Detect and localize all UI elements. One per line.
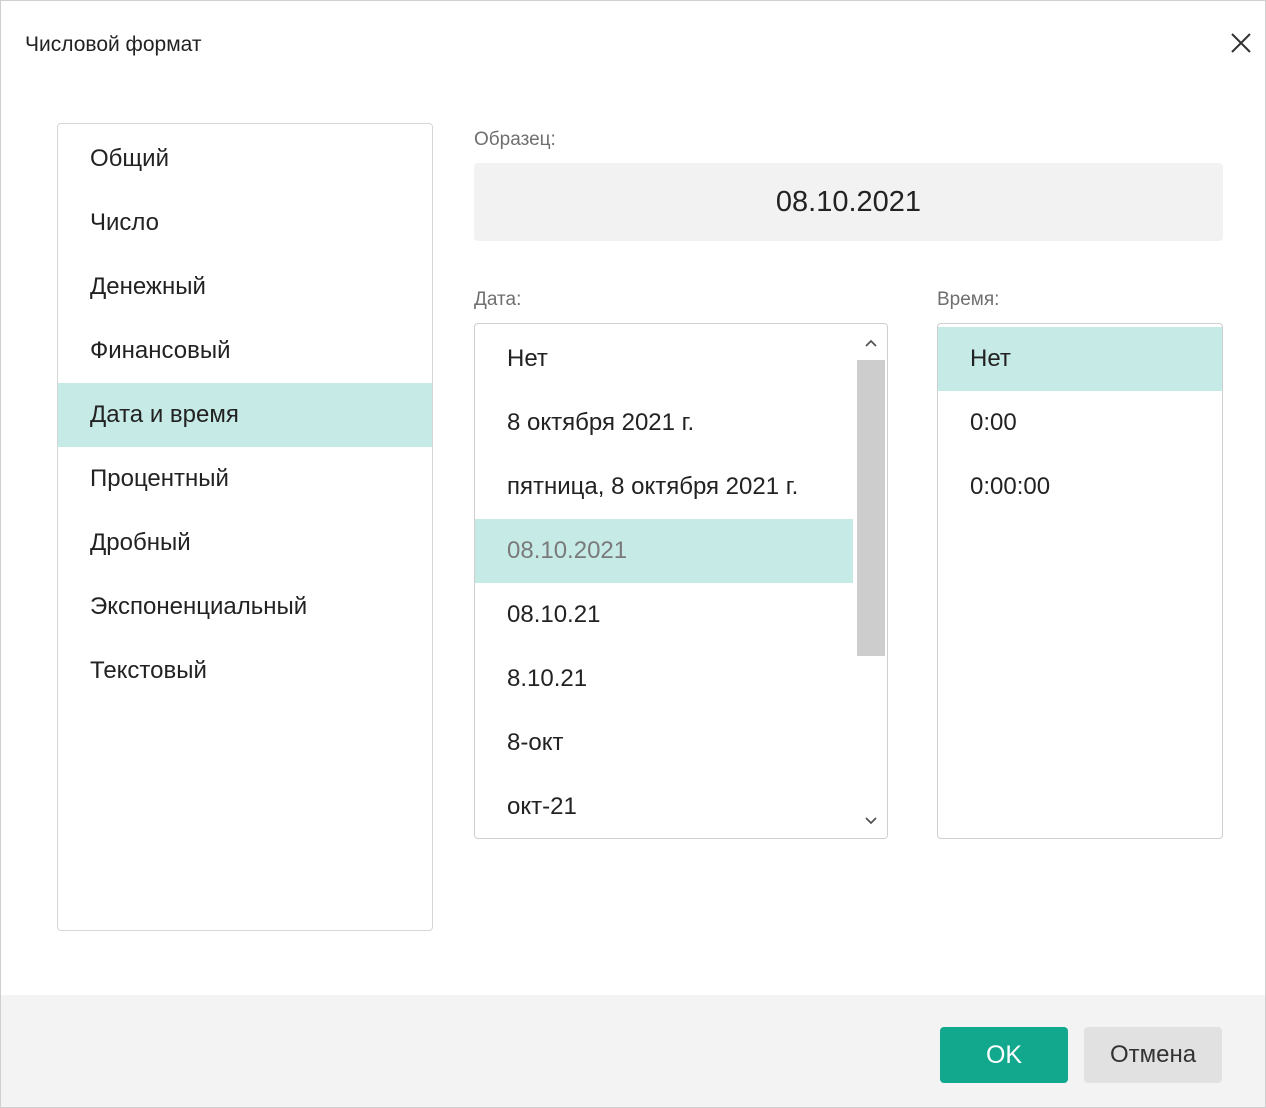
scroll-up-button[interactable]: [855, 328, 887, 358]
date-format-item[interactable]: 8-окт: [475, 711, 853, 775]
time-format-item[interactable]: Нет: [938, 327, 1222, 391]
close-icon: [1231, 33, 1251, 53]
date-format-list[interactable]: Нет 8 октября 2021 г. пятница, 8 октября 2…: [474, 323, 888, 839]
date-format-item[interactable]: 8.10.21: [475, 647, 853, 711]
date-label: Дата:: [474, 289, 522, 310]
category-item[interactable]: Финансовый: [58, 319, 432, 383]
time-format-list[interactable]: Нет 0:00 0:00:00: [937, 323, 1223, 839]
number-format-dialog: Числовой формат Общий Число Денежный Финанс…: [0, 0, 1266, 1108]
sample-value: 08.10.2021: [775, 185, 922, 218]
dialog-titlebar: Числовой формат: [1, 1, 1265, 87]
category-item[interactable]: Экспоненциальный: [58, 575, 432, 639]
close-button[interactable]: [1219, 21, 1263, 65]
sample-label: Образец:: [474, 129, 556, 150]
sample-preview: 08.10.2021: [474, 163, 1223, 241]
category-item[interactable]: Дата и время: [58, 383, 432, 447]
time-format-item[interactable]: 0:00: [938, 391, 1222, 455]
date-format-item[interactable]: 08.10.21: [475, 583, 853, 647]
scroll-thumb[interactable]: [857, 360, 885, 656]
category-item[interactable]: Текстовый: [58, 639, 432, 703]
time-label: Время:: [937, 289, 1000, 310]
chevron-up-icon: [865, 339, 877, 347]
scroll-down-button[interactable]: [855, 806, 887, 836]
category-item[interactable]: Число: [58, 191, 432, 255]
category-item[interactable]: Денежный: [58, 255, 432, 319]
dialog-footer: OK Отмена: [1, 995, 1265, 1107]
chevron-down-icon: [865, 817, 877, 825]
date-format-item[interactable]: пятница, 8 октября 2021 г.: [475, 455, 853, 519]
category-list[interactable]: Общий Число Денежный Финансовый Дата и время…: [57, 123, 433, 931]
cancel-button[interactable]: Отмена: [1084, 1027, 1222, 1083]
date-format-item[interactable]: 8 октября 2021 г.: [475, 391, 853, 455]
dialog-title: Числовой формат: [25, 33, 202, 56]
ok-button[interactable]: OK: [940, 1027, 1068, 1083]
date-list-scrollbar[interactable]: [855, 324, 887, 838]
category-item[interactable]: Дробный: [58, 511, 432, 575]
date-format-item[interactable]: окт-21: [475, 775, 853, 838]
date-format-item[interactable]: 08.10.2021: [475, 519, 853, 583]
category-item[interactable]: Процентный: [58, 447, 432, 511]
date-format-item[interactable]: Нет: [475, 327, 853, 391]
category-item[interactable]: Общий: [58, 127, 432, 191]
time-format-item[interactable]: 0:00:00: [938, 455, 1222, 519]
